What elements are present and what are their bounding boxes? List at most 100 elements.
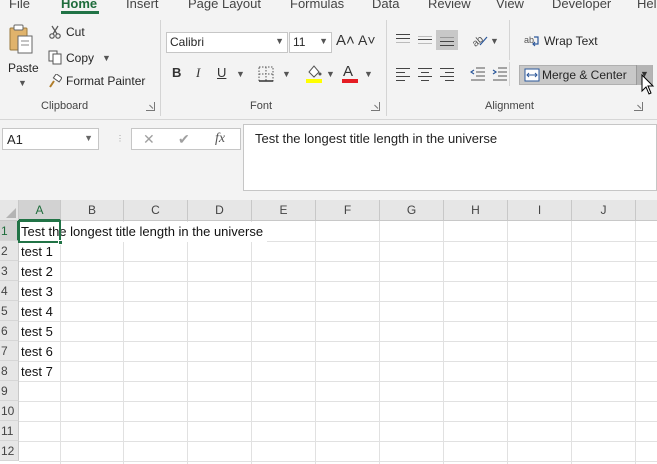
orientation-icon[interactable]: ab <box>472 33 488 47</box>
fill-color-icon[interactable] <box>306 64 322 78</box>
paste-button[interactable]: Paste <box>8 61 39 75</box>
column-header-a[interactable]: A <box>19 200 61 221</box>
cancel-icon[interactable]: ✕ <box>143 131 155 148</box>
gridline <box>19 261 657 262</box>
bottom-align-button[interactable] <box>436 30 458 50</box>
row-header-11[interactable]: 11 <box>0 421 19 441</box>
paintbrush-icon <box>49 74 62 88</box>
gridline <box>19 321 657 322</box>
row-header-6[interactable]: 6 <box>0 321 19 341</box>
formula-input[interactable]: Test the longest title length in the uni… <box>243 124 657 191</box>
row-header-8[interactable]: 8 <box>0 361 19 381</box>
middle-align-icon[interactable] <box>418 34 432 46</box>
column-header-i[interactable]: I <box>508 200 572 221</box>
chevron-down-icon[interactable]: ▼ <box>84 133 93 143</box>
formula-bar-grip-icon[interactable]: ⋮ <box>116 134 125 143</box>
insert-function-icon[interactable]: fx <box>215 131 225 147</box>
row-header-10[interactable]: 10 <box>0 401 19 421</box>
underline-button[interactable]: U <box>217 65 226 80</box>
column-header-b[interactable]: B <box>61 200 124 221</box>
font-dialog-launcher-icon[interactable] <box>371 102 380 111</box>
fill-color-dropdown-icon[interactable]: ▼ <box>326 69 335 79</box>
gridline <box>19 401 657 402</box>
ribbon-home: Paste ▼ Cut Copy ▼ Format Painter Clipbo… <box>0 14 657 120</box>
font-name-select[interactable]: Calibri ▼ <box>166 32 288 53</box>
cut-button[interactable]: Cut <box>48 25 85 39</box>
group-divider <box>160 20 161 116</box>
enter-icon[interactable]: ✔ <box>178 131 190 148</box>
decrease-font-size-button[interactable]: A˅ <box>358 32 376 48</box>
column-header-g[interactable]: G <box>380 200 444 221</box>
row-header-9[interactable]: 9 <box>0 381 19 401</box>
borders-icon[interactable] <box>258 66 274 82</box>
orientation-dropdown-icon[interactable]: ▼ <box>490 36 499 46</box>
column-header-d[interactable]: D <box>188 200 252 221</box>
active-cell-border <box>18 220 61 243</box>
name-box[interactable]: A1 ▼ <box>2 128 99 150</box>
decrease-indent-icon[interactable] <box>470 67 486 81</box>
tab-developer[interactable]: Developer <box>552 0 611 11</box>
cell-a6[interactable]: test 5 <box>21 322 53 342</box>
underline-dropdown-icon[interactable]: ▼ <box>236 69 245 79</box>
align-left-icon[interactable] <box>396 68 410 81</box>
copy-button[interactable]: Copy ▼ <box>48 50 111 65</box>
tab-data[interactable]: Data <box>372 0 399 11</box>
gridline <box>571 221 572 464</box>
wrap-text-icon: ab <box>524 35 539 47</box>
top-align-icon[interactable] <box>396 34 410 46</box>
row-header-7[interactable]: 7 <box>0 341 19 361</box>
row-header-12[interactable]: 12 <box>0 441 19 461</box>
row-header-2[interactable]: 2 <box>0 241 19 261</box>
row-header-5[interactable]: 5 <box>0 301 19 321</box>
cell-a8[interactable]: test 7 <box>21 362 53 382</box>
row-header-1[interactable]: 1 <box>0 221 19 241</box>
tab-view[interactable]: View <box>496 0 524 11</box>
column-header-h[interactable]: H <box>444 200 508 221</box>
wrap-text-button[interactable]: ab Wrap Text <box>524 34 598 48</box>
bold-button[interactable]: B <box>172 65 181 80</box>
column-header-c[interactable]: C <box>124 200 188 221</box>
tab-review[interactable]: Review <box>428 0 471 11</box>
format-painter-label: Format Painter <box>66 74 146 88</box>
fill-handle[interactable] <box>58 240 63 245</box>
align-center-icon[interactable] <box>418 68 432 81</box>
italic-button[interactable]: I <box>196 65 200 81</box>
column-header-j[interactable]: J <box>572 200 636 221</box>
mouse-pointer-icon <box>641 74 655 95</box>
increase-indent-icon[interactable] <box>492 67 508 81</box>
column-header-e[interactable]: E <box>252 200 316 221</box>
gridline <box>507 221 508 464</box>
increase-font-size-button[interactable]: A˄ <box>336 32 355 49</box>
tab-formulas[interactable]: Formulas <box>290 0 344 11</box>
font-color-button[interactable]: A <box>343 63 353 80</box>
tab-insert[interactable]: Insert <box>126 0 159 11</box>
merge-center-button[interactable]: Merge & Center ▼ <box>519 65 653 85</box>
tab-help[interactable]: Hel <box>637 0 657 11</box>
font-group-label: Font <box>250 100 273 112</box>
align-right-icon[interactable] <box>440 68 454 81</box>
format-painter-button[interactable]: Format Painter <box>48 74 145 88</box>
cell-a3[interactable]: test 2 <box>21 262 53 282</box>
tab-home[interactable]: Home <box>61 0 97 11</box>
alignment-dialog-launcher-icon[interactable] <box>634 102 643 111</box>
worksheet-grid[interactable]: A B C D E F G H I J 1 2 3 4 5 6 7 8 9 10… <box>0 200 657 464</box>
cell-a5[interactable]: test 4 <box>21 302 53 322</box>
row-header-3[interactable]: 3 <box>0 261 19 281</box>
paste-dropdown-icon[interactable]: ▼ <box>18 78 27 88</box>
font-size-select[interactable]: 11 ▼ <box>289 32 332 53</box>
cell-a7[interactable]: test 6 <box>21 342 53 362</box>
column-header-f[interactable]: F <box>316 200 380 221</box>
font-color-swatch <box>342 79 358 83</box>
group-divider <box>509 20 510 60</box>
borders-dropdown-icon[interactable]: ▼ <box>282 69 291 79</box>
cell-a4[interactable]: test 3 <box>21 282 53 302</box>
clipboard-dialog-launcher-icon[interactable] <box>146 102 155 111</box>
row-header-4[interactable]: 4 <box>0 281 19 301</box>
tab-file[interactable]: File <box>9 0 30 11</box>
cell-a2[interactable]: test 1 <box>21 242 53 262</box>
select-all-button[interactable] <box>0 200 19 221</box>
paste-icon[interactable] <box>8 24 34 56</box>
font-color-dropdown-icon[interactable]: ▼ <box>364 69 373 79</box>
copy-dropdown-icon[interactable]: ▼ <box>102 53 111 63</box>
tab-page-layout[interactable]: Page Layout <box>188 0 261 11</box>
